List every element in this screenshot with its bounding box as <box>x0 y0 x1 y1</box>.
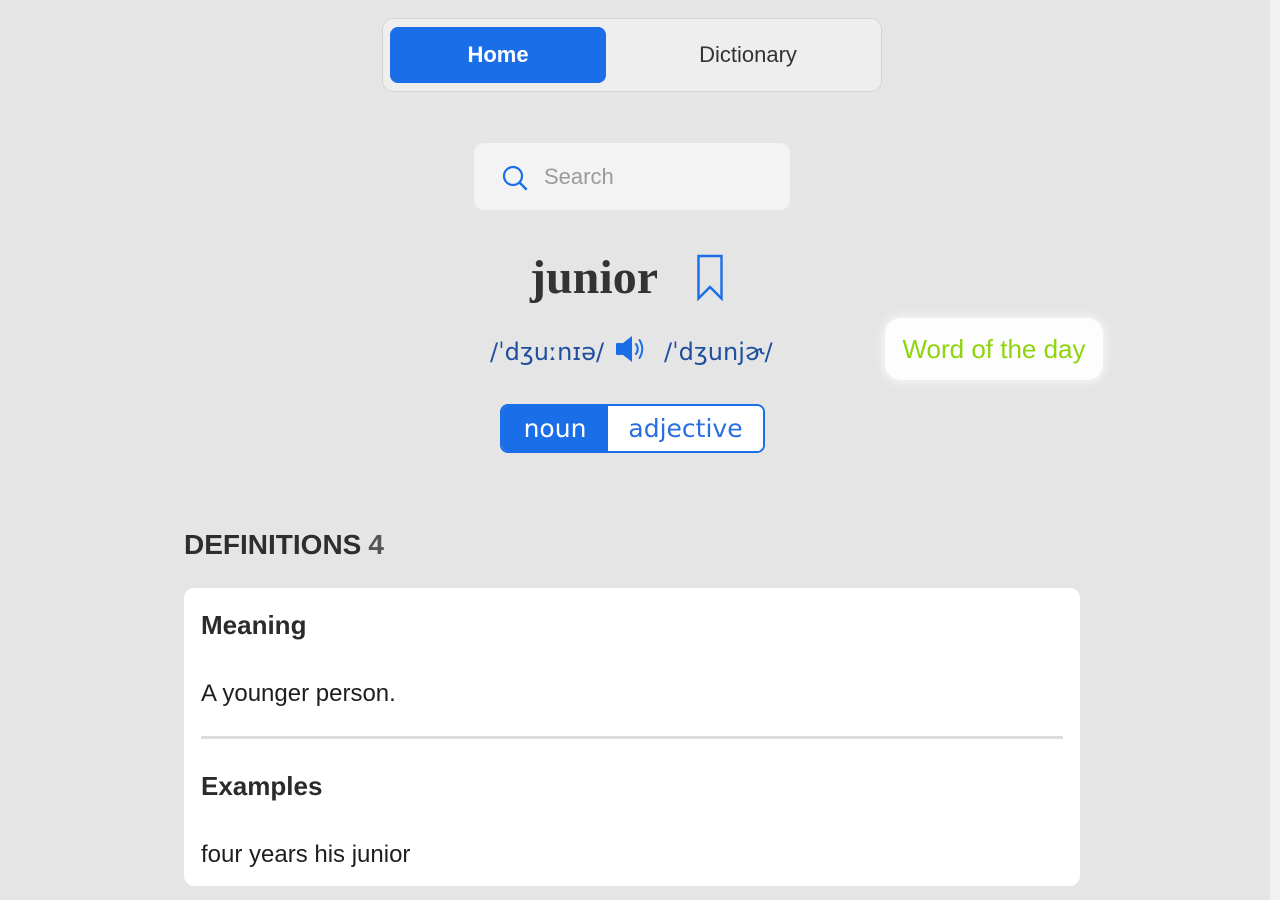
tab-home[interactable]: Home <box>390 27 606 83</box>
speaker-icon[interactable] <box>614 333 648 365</box>
tab-dictionary[interactable]: Dictionary <box>633 27 863 83</box>
pronunciation-us: /ˈdʒunjɚ/ <box>664 338 773 366</box>
definitions-count: 4 <box>368 529 384 560</box>
bookmark-icon[interactable] <box>696 254 724 301</box>
meaning-label: Meaning <box>201 610 307 640</box>
word-of-the-day-badge[interactable]: Word of the day <box>885 318 1103 380</box>
nav-tabs: Home Dictionary <box>382 18 882 92</box>
examples-label: Examples <box>201 771 323 801</box>
meaning-text: A younger person. <box>201 680 396 707</box>
scrollbar[interactable] <box>1270 0 1280 900</box>
pos-noun[interactable]: noun <box>502 406 608 451</box>
search-icon[interactable] <box>502 165 528 191</box>
pos-adjective[interactable]: adjective <box>608 406 763 451</box>
divider <box>201 736 1063 739</box>
search-box <box>474 143 790 210</box>
example-text: four years his junior <box>201 841 411 868</box>
definition-card: Meaning A younger person. Examples four … <box>184 588 1080 886</box>
definitions-title: DEFINITIONS <box>184 529 362 560</box>
pronunciation-uk: /ˈdʒuːnɪə/ <box>490 338 605 366</box>
word-title: junior <box>530 251 659 304</box>
part-of-speech-toggle: noun adjective <box>500 404 765 453</box>
definitions-heading: DEFINITIONS 4 <box>184 528 384 562</box>
